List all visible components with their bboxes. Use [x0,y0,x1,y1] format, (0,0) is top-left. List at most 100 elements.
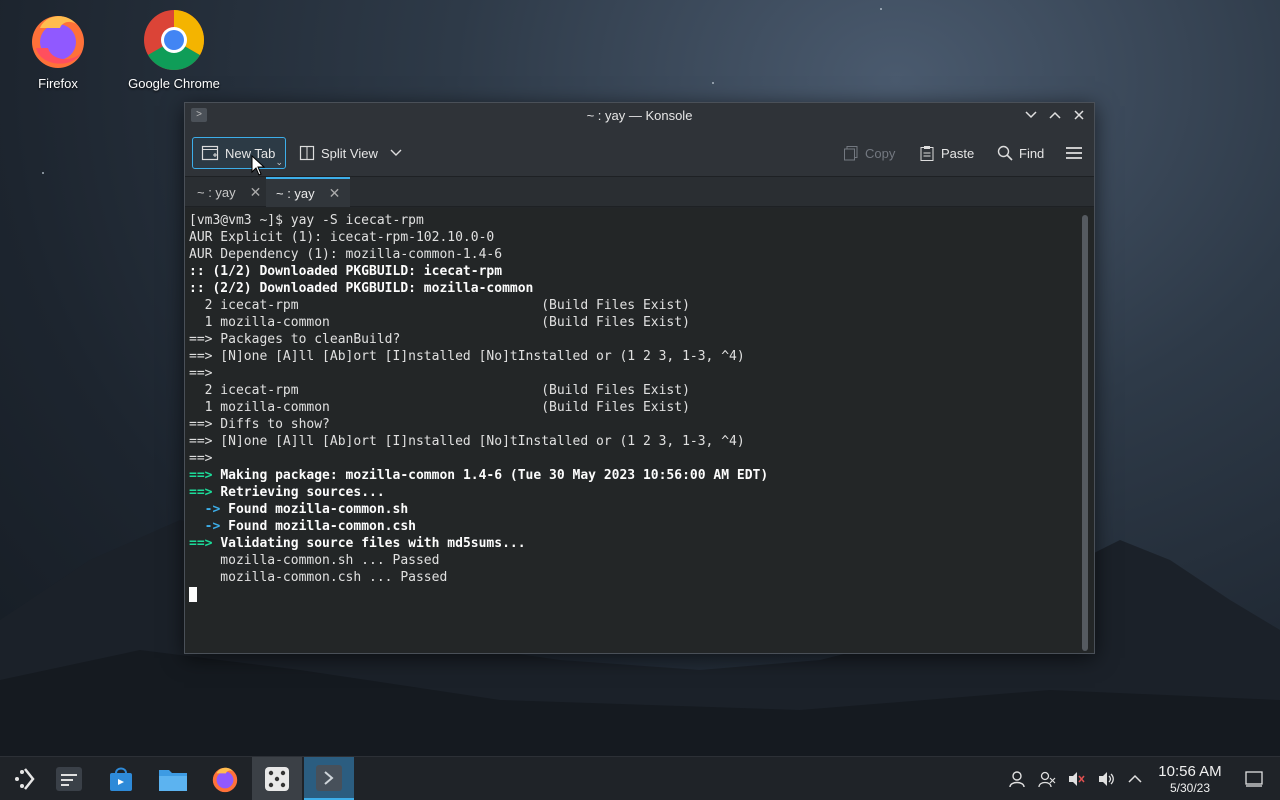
star [42,172,44,174]
green-arrow: ==> [189,468,213,483]
terminal-line: ==> Making package: mozilla-common 1.4-6… [189,467,1094,484]
user-switch-icon[interactable] [1037,769,1057,789]
toolbar: New Tab ⌄ Split View Copy Paste Find [185,129,1094,177]
terminal-line: ==> [189,451,213,466]
terminal-line: 2 icecat-rpm (Build Files Exist) [189,298,690,313]
files-button[interactable] [148,757,198,800]
clock-date: 5/30/23 [1169,781,1211,795]
terminal-line: ==> Validating source files with md5sums… [189,535,1094,552]
copy-button[interactable]: Copy [835,137,903,169]
terminal-output[interactable]: [vm3@vm3 ~]$ yay -S icecat-rpm AUR Expli… [185,208,1094,653]
text-cursor [189,587,197,602]
maximize-button[interactable] [1046,106,1064,124]
terminal-text: Found mozilla-common.csh [228,519,416,534]
terminal-line: 2 icecat-rpm (Build Files Exist) [189,383,690,398]
terminal-line: ==> [N]one [A]ll [Ab]ort [I]nstalled [No… [189,349,745,364]
konsole-icon [316,764,342,791]
dice-icon [265,767,289,791]
paste-button[interactable]: Paste [911,137,982,169]
paste-label: Paste [941,145,975,161]
hamburger-menu-button[interactable] [1057,137,1091,169]
close-window-button[interactable] [1070,106,1088,124]
terminal-line: ==> [N]one [A]ll [Ab]ort [I]nstalled [No… [189,434,745,449]
copy-label: Copy [865,145,896,161]
terminal-line: mozilla-common.sh ... Passed [189,553,440,568]
terminal-line: [vm3@vm3 ~]$ yay -S icecat-rpm [189,213,424,228]
chrome-icon [144,9,205,71]
terminal-line: 1 mozilla-common (Build Files Exist) [189,315,690,330]
split-view-label: Split View [321,145,378,161]
chevron-down-icon[interactable]: ⌄ [275,157,283,168]
volume-muted-icon[interactable] [1066,769,1086,789]
split-view-button[interactable]: Split View [291,137,410,169]
green-arrow: ==> [189,536,213,551]
chevron-up-icon[interactable] [1125,769,1145,789]
firefox-icon [212,767,238,793]
tab-yay-2[interactable]: ~ : yay ✕ [266,177,351,207]
dice-app-button[interactable] [252,757,302,800]
tab-yay-1[interactable]: ~ : yay ✕ [187,177,271,207]
terminal-line: ==> [189,366,213,381]
desktop-icon-firefox[interactable]: Firefox [3,8,113,91]
find-label: Find [1019,145,1045,161]
star [712,82,714,84]
tab-bar: ~ : yay ✕ ~ : yay ✕ [185,177,1094,207]
tab-label: ~ : yay [197,184,236,200]
files-icon [159,770,187,791]
discover-store-button[interactable] [96,757,146,800]
overview-button[interactable] [44,757,94,800]
volume-icon[interactable] [1096,769,1116,789]
find-button[interactable]: Find [989,137,1052,169]
konsole-taskbar-button[interactable] [304,757,354,800]
title-bar[interactable]: > ~ : yay — Konsole [185,103,1094,129]
search-icon [997,145,1013,161]
terminal-line: ==> Retrieving sources... [189,484,1094,501]
terminal-line: AUR Explicit (1): icecat-rpm-102.10.0-0 [189,230,495,245]
copy-icon [844,146,858,161]
terminal-text: Making package: mozilla-common 1.4-6 (Tu… [220,468,769,483]
discover-store-icon [110,767,132,791]
new-tab-icon [201,145,219,161]
window-menu-chevron-icon[interactable] [1022,106,1040,124]
split-view-icon [299,145,315,161]
konsole-window: > ~ : yay — Konsole New Tab ⌄ Split View [184,102,1095,654]
terminal-line: mozilla-common.csh ... Passed [189,570,448,585]
scrollbar[interactable] [1082,215,1088,651]
firefox-taskbar-button[interactable] [200,757,250,800]
desktop-icon-chrome[interactable]: Google Chrome [119,8,229,91]
app-launcher-button[interactable] [0,757,50,800]
blue-arrow: -> [204,502,221,517]
show-desktop-icon[interactable] [1244,769,1264,789]
terminal-text: Validating source files with md5sums... [220,536,526,551]
taskbar: 10:56 AM 5/30/23 [0,756,1280,800]
terminal-text: Retrieving sources... [220,485,385,500]
terminal-line: 1 mozilla-common (Build Files Exist) [189,400,690,415]
chevron-down-icon[interactable] [390,149,402,157]
terminal-line: :: (1/2) Downloaded PKGBUILD: icecat-rpm [189,264,503,279]
terminal-line: ==> Diffs to show? [189,417,330,432]
terminal-cursor-line [189,586,1094,603]
terminal-line: -> Found mozilla-common.sh [189,501,1094,518]
close-icon[interactable]: ✕ [329,185,341,202]
tab-label: ~ : yay [276,185,315,201]
hamburger-menu-icon [1066,147,1082,159]
green-arrow: ==> [189,485,213,500]
paste-icon [920,146,934,161]
terminal-line: :: (2/2) Downloaded PKGBUILD: mozilla-co… [189,281,534,296]
star [880,8,882,10]
desktop-icon-label: Google Chrome [128,76,220,91]
terminal-line: AUR Dependency (1): mozilla-common-1.4-6 [189,247,503,262]
terminal-line: -> Found mozilla-common.csh [189,518,1094,535]
close-icon[interactable]: ✕ [250,184,262,201]
overview-icon [56,767,82,791]
window-title: ~ : yay — Konsole [586,108,693,123]
terminal-line: ==> Packages to cleanBuild? [189,332,401,347]
desktop-icon-label: Firefox [38,76,78,91]
app-launcher-icon [15,768,35,790]
terminal-text: Found mozilla-common.sh [228,502,409,517]
clock[interactable]: 10:56 AM 5/30/23 [1150,763,1230,795]
clock-time: 10:56 AM [1158,763,1222,780]
new-tab-button[interactable]: New Tab ⌄ [192,137,286,169]
user-icon[interactable] [1007,769,1027,789]
mouse-pointer-icon [251,155,266,176]
